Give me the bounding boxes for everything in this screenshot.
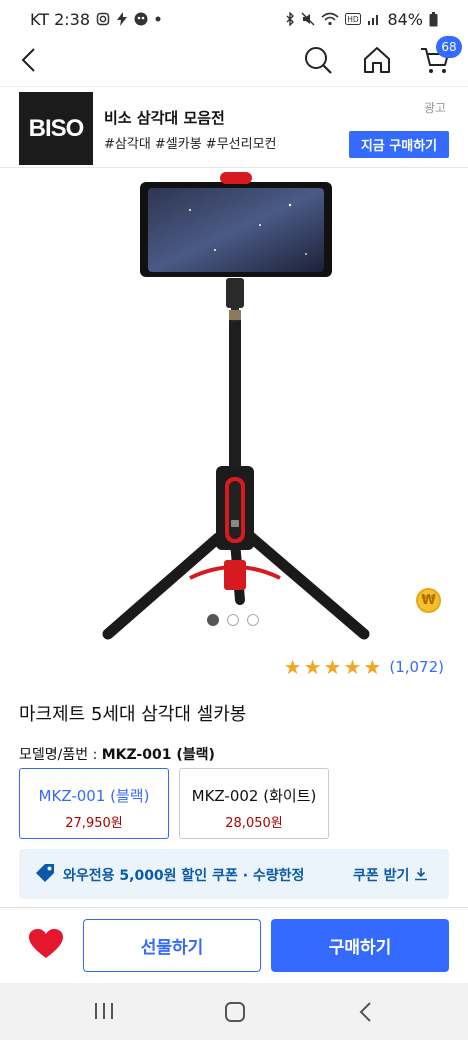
battery-percent: 84% bbox=[387, 9, 423, 29]
buy-button[interactable]: 구매하기 bbox=[271, 919, 449, 972]
home-button-icon[interactable] bbox=[223, 1000, 247, 1024]
product-title: 마크제트 5세대 삼각대 셀카봉 bbox=[19, 704, 247, 725]
star-icon: ★ bbox=[303, 655, 322, 679]
app-icon bbox=[134, 12, 148, 26]
hd-icon: HD bbox=[345, 13, 362, 25]
recent-apps-icon[interactable] bbox=[93, 1001, 115, 1021]
home-icon[interactable] bbox=[361, 44, 393, 76]
bottom-action-bar: 선물하기 구매하기 bbox=[0, 907, 468, 983]
pager-dot[interactable] bbox=[247, 614, 259, 626]
get-coupon-label: 쿠폰 받기 bbox=[353, 868, 410, 884]
won-coin-icon[interactable]: ₩ bbox=[416, 588, 441, 613]
heart-icon[interactable] bbox=[28, 928, 64, 960]
status-bar: KT 2:38 HD 84% bbox=[0, 0, 468, 38]
top-nav bbox=[0, 38, 468, 86]
tag-icon bbox=[36, 864, 54, 882]
product-image[interactable] bbox=[0, 170, 468, 640]
battery-icon bbox=[429, 11, 438, 26]
coupon-text: 와우전용 5,000원 할인 쿠폰 · 수량한정 bbox=[63, 868, 305, 884]
star-icon: ★ bbox=[283, 655, 302, 679]
get-coupon-button[interactable]: 쿠폰 받기 bbox=[353, 865, 428, 885]
option-name: MKZ-002 (화이트) bbox=[191, 787, 317, 805]
option-price: 28,050원 bbox=[225, 816, 283, 831]
system-back-icon[interactable] bbox=[356, 1000, 376, 1024]
star-icon: ★ bbox=[343, 655, 362, 679]
carrier-time: KT 2:38 bbox=[30, 9, 91, 29]
pager-dot[interactable] bbox=[227, 614, 239, 626]
pager-dot[interactable] bbox=[207, 614, 219, 626]
star-icon: ★ bbox=[363, 655, 382, 679]
ad-buy-now-button[interactable]: 지금 구매하기 bbox=[349, 131, 449, 158]
option-selected-value: MKZ-001 (블랙) bbox=[101, 747, 215, 763]
ad-title: 비소 삼각대 모음전 bbox=[104, 109, 225, 127]
option-prefix: 모델명/품번 : bbox=[19, 747, 102, 763]
bluetooth-icon bbox=[286, 12, 295, 26]
system-navigation-bar bbox=[0, 983, 468, 1040]
signal-icon bbox=[368, 15, 379, 25]
rating[interactable]: ★ ★ ★ ★ ★ (1,072) bbox=[284, 656, 444, 678]
brand-logo: BISO bbox=[19, 92, 93, 165]
option-mkz-002[interactable]: MKZ-002 (화이트) 28,050원 bbox=[179, 768, 329, 839]
ad-banner[interactable]: BISO 비소 삼각대 모음전 #삼각대 #셀카봉 #무선리모컨 광고 지금 구… bbox=[0, 86, 468, 168]
wifi-icon bbox=[321, 12, 339, 26]
download-icon bbox=[415, 868, 428, 881]
option-mkz-001[interactable]: MKZ-001 (블랙) 27,950원 bbox=[19, 768, 169, 839]
option-label: 모델명/품번 : MKZ-001 (블랙) bbox=[19, 744, 215, 764]
coupon-banner[interactable]: 와우전용 5,000원 할인 쿠폰 · 수량한정 쿠폰 받기 bbox=[19, 849, 449, 899]
ad-label: 광고 bbox=[424, 101, 447, 115]
bolt-icon bbox=[117, 12, 128, 26]
dot-icon bbox=[155, 16, 161, 22]
cart-count-badge: 68 bbox=[436, 36, 462, 58]
mute-icon bbox=[301, 12, 315, 26]
back-icon[interactable] bbox=[14, 44, 46, 76]
search-icon[interactable] bbox=[302, 44, 334, 76]
ad-tags: #삼각대 #셀카봉 #무선리모컨 bbox=[104, 137, 277, 152]
gift-button[interactable]: 선물하기 bbox=[83, 919, 261, 972]
option-price: 27,950원 bbox=[65, 816, 123, 831]
option-name: MKZ-001 (블랙) bbox=[38, 787, 150, 805]
star-icon: ★ bbox=[323, 655, 342, 679]
svg-text:HD: HD bbox=[348, 15, 360, 24]
instagram-icon bbox=[96, 12, 110, 26]
review-count[interactable]: (1,072) bbox=[389, 658, 444, 676]
image-pager[interactable] bbox=[207, 614, 259, 626]
